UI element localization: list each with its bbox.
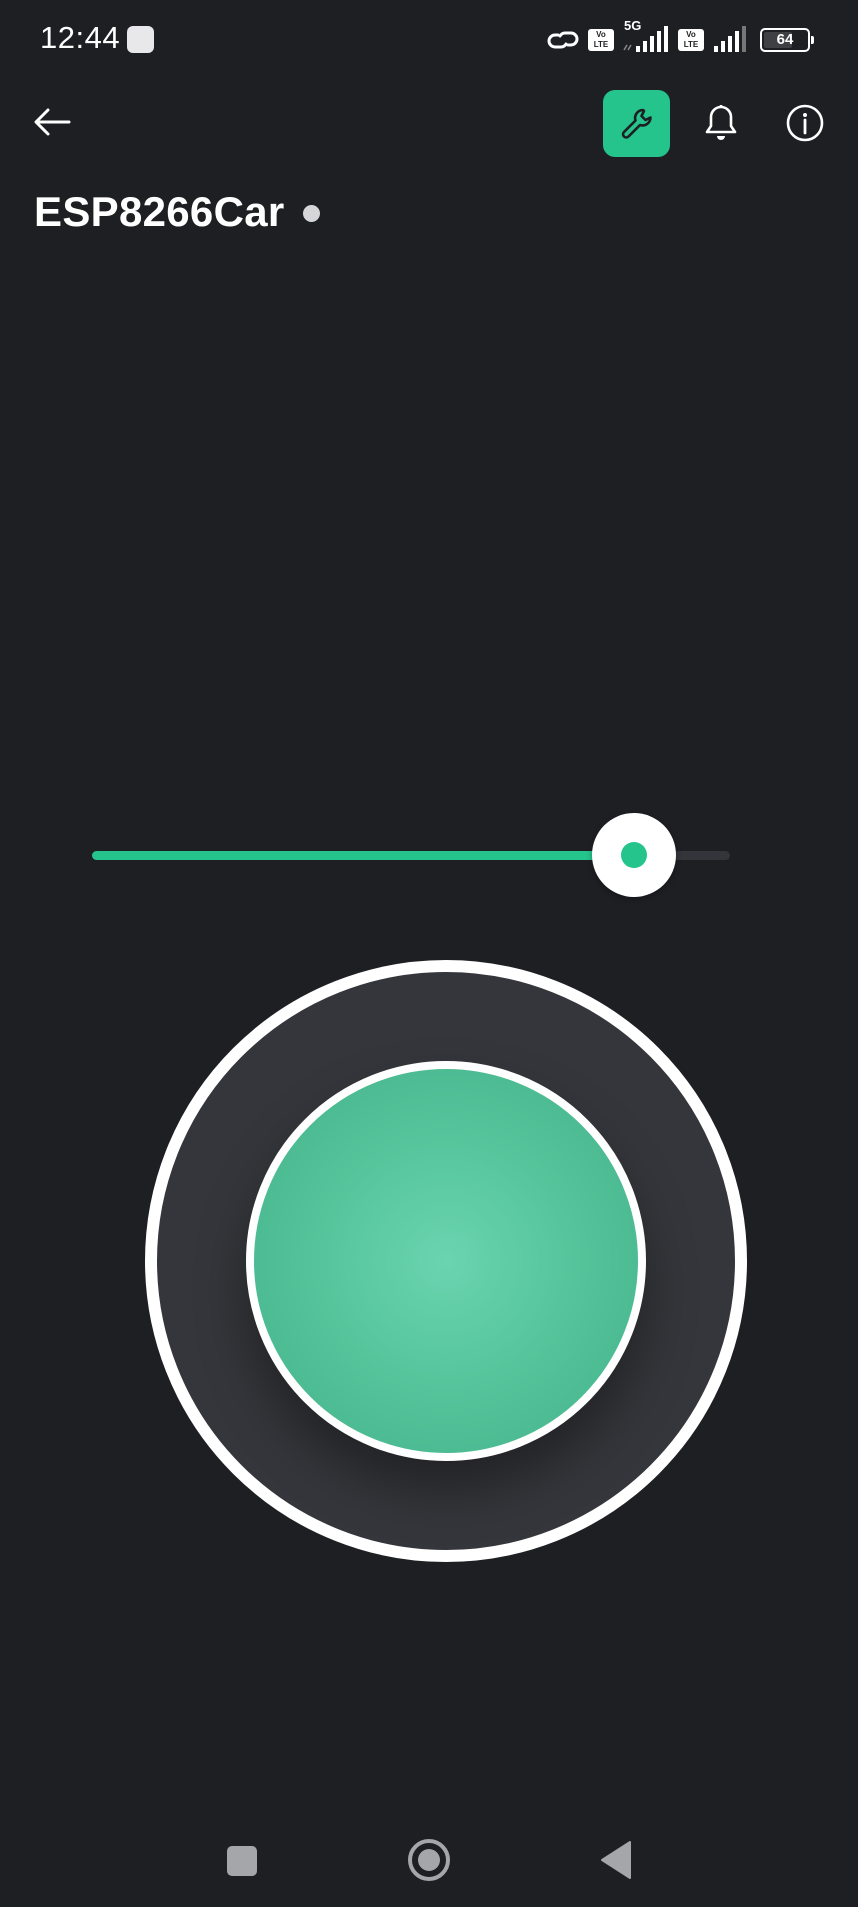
volte-icon-2: Vo LTE	[678, 29, 704, 51]
back-arrow-icon	[34, 108, 71, 136]
status-bar: 12:44 Vo LTE 5G Vo LTE 64	[0, 0, 858, 80]
link-icon	[546, 27, 580, 53]
edit-dashboard-button[interactable]	[603, 90, 670, 157]
notifications-button[interactable]	[696, 98, 746, 148]
device-title-row: ESP8266Car	[34, 188, 320, 236]
info-icon	[786, 104, 824, 142]
recents-button[interactable]	[227, 1846, 257, 1876]
network-type-label: 5G	[624, 18, 642, 33]
device-dashboard-screen: 12:44 Vo LTE 5G Vo LTE 64 ESP8266Car	[0, 0, 858, 1907]
wrench-icon	[621, 108, 652, 139]
device-title: ESP8266Car	[34, 188, 285, 235]
slider-thumb-dot	[621, 842, 648, 868]
home-button[interactable]	[407, 1838, 451, 1882]
battery-icon: 64	[760, 28, 814, 52]
speed-slider[interactable]	[92, 813, 730, 897]
device-status-dot	[302, 204, 320, 222]
status-icons: Vo LTE 5G Vo LTE 64	[546, 18, 814, 56]
status-time: 12:44	[40, 20, 121, 55]
system-nav-bar	[0, 1820, 858, 1900]
device-info-button[interactable]	[780, 98, 830, 148]
signal-icon-2	[712, 26, 752, 54]
slider-thumb[interactable]	[592, 813, 677, 897]
nav-back-button[interactable]	[600, 1840, 632, 1880]
bell-icon	[705, 105, 737, 140]
back-button[interactable]	[28, 98, 76, 146]
volte-icon: Vo LTE	[588, 29, 614, 51]
slider-fill	[92, 851, 635, 860]
battery-level: 64	[776, 31, 794, 48]
signal-icon: 5G	[622, 18, 670, 54]
joystick-knob[interactable]	[246, 1061, 646, 1461]
notification-app-icon	[127, 26, 154, 53]
